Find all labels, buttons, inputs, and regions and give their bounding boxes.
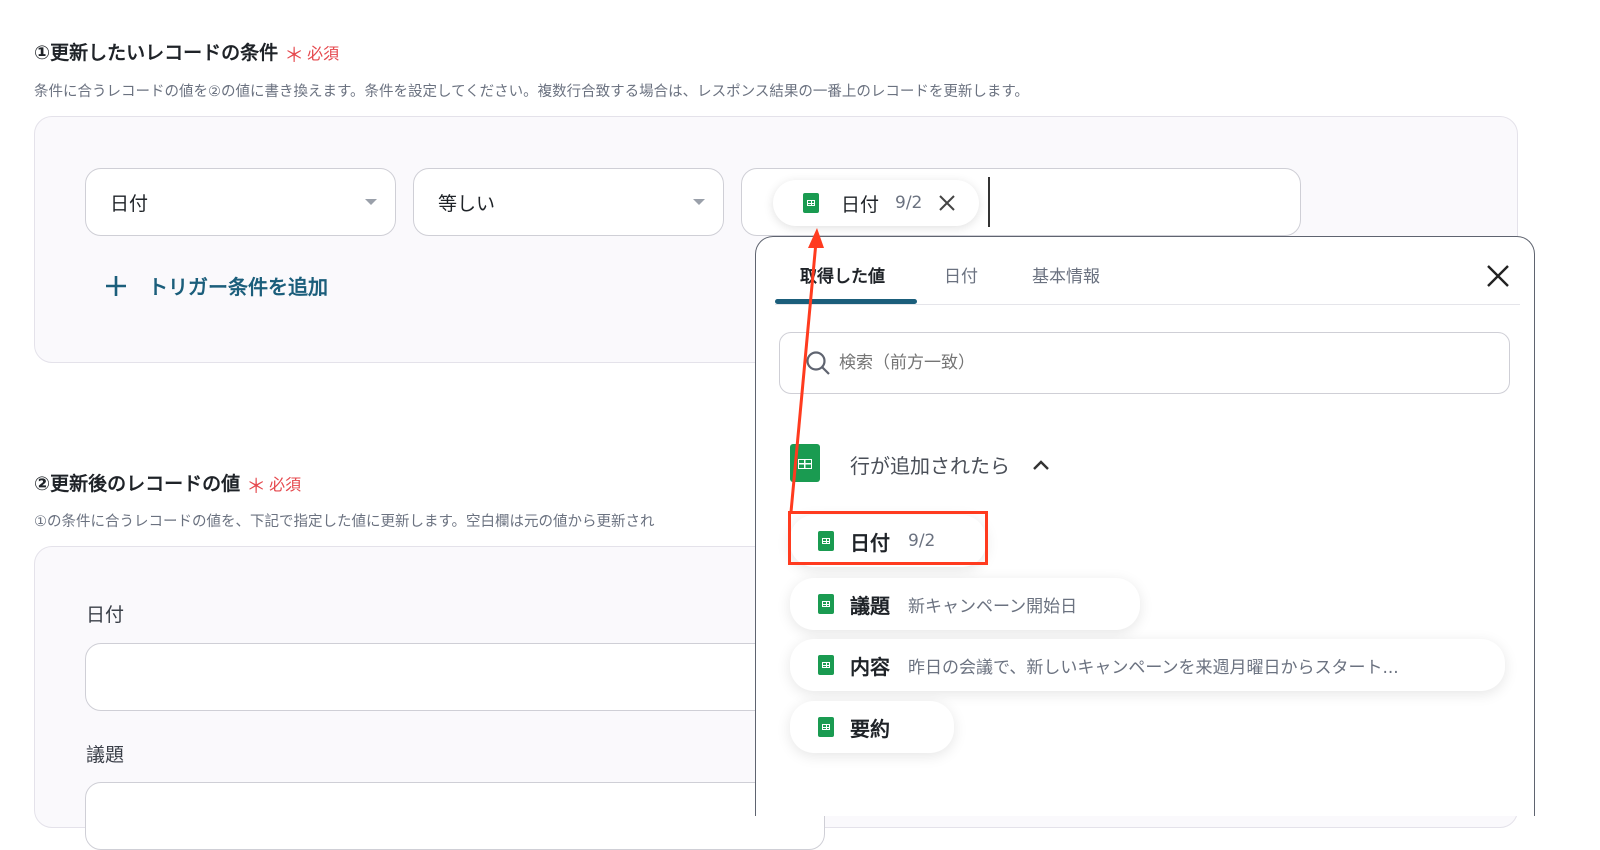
condition-operator-select[interactable]: 等しい: [413, 168, 724, 236]
section2-description: ①の条件に合うレコードの値を、下記で指定した値に更新します。空白欄は元の値から更…: [34, 514, 655, 530]
field-label-agenda: 議題: [86, 744, 125, 766]
value-item-name: 内容: [850, 654, 890, 679]
search-box[interactable]: [779, 332, 1510, 394]
value-chip[interactable]: 日付 9/2: [773, 180, 979, 226]
dropdown-caret-icon: [693, 199, 705, 205]
condition-field-select[interactable]: 日付: [85, 168, 396, 236]
value-item-value: 昨日の会議で、新しいキャンペーンを来週月曜日からスタート...: [908, 657, 1399, 678]
chevron-up-icon[interactable]: [1032, 459, 1050, 471]
sheets-icon: [818, 594, 834, 614]
condition-field-value: 日付: [110, 192, 149, 215]
section1-title-text: ①更新したいレコードの条件: [34, 42, 279, 64]
required-badge: ＊必須: [246, 474, 302, 498]
tabs-divider: [775, 304, 1520, 305]
text-cursor: [988, 177, 990, 227]
value-item-name: 要約: [850, 716, 890, 741]
group-title: 行が追加されたら: [850, 454, 1010, 478]
field-input-agenda[interactable]: [85, 782, 825, 850]
condition-operator-value: 等しい: [438, 192, 496, 215]
required-label: 必須: [269, 475, 302, 494]
tab-basic-info[interactable]: 基本情報: [1032, 262, 1100, 287]
required-star: ＊: [284, 43, 305, 67]
tab-date[interactable]: 日付: [944, 262, 978, 287]
required-star: ＊: [246, 474, 267, 498]
field-label-date: 日付: [86, 604, 125, 626]
remove-chip-icon[interactable]: [938, 194, 956, 212]
group-header[interactable]: 行が追加されたら: [850, 450, 1050, 479]
search-input[interactable]: [837, 352, 1441, 374]
value-item-name: 議題: [850, 593, 890, 618]
dropdown-caret-icon: [365, 199, 377, 205]
required-badge: ＊必須: [284, 43, 340, 67]
value-item-value: 新キャンペーン開始日: [908, 596, 1078, 617]
add-trigger-condition-label: トリガー条件を追加: [148, 275, 328, 299]
annotation-arrow: [789, 228, 824, 513]
value-item-agenda[interactable]: 議題 新キャンペーン開始日: [790, 578, 1140, 630]
sheets-icon: [818, 717, 834, 737]
close-icon[interactable]: [1486, 264, 1510, 288]
add-trigger-condition-button[interactable]: トリガー条件を追加: [104, 271, 328, 300]
sheets-icon: [818, 655, 834, 675]
required-label: 必須: [307, 44, 340, 63]
sheets-icon: [803, 193, 819, 213]
section2-title-text: ②更新後のレコードの値: [34, 473, 241, 495]
value-chip-value: 9/2: [895, 193, 923, 213]
section1-description: 条件に合うレコードの値を②の値に書き換えます。条件を設定してください。複数行合致…: [34, 84, 1029, 100]
field-input-date[interactable]: [85, 643, 825, 711]
value-chip-name: 日付: [841, 193, 880, 216]
section1-title: ①更新したいレコードの条件＊必須: [34, 36, 340, 67]
plus-icon: [106, 275, 126, 296]
section2-title: ②更新後のレコードの値＊必須: [34, 467, 302, 498]
value-item-summary[interactable]: 要約: [790, 701, 954, 753]
value-item-content[interactable]: 内容 昨日の会議で、新しいキャンペーンを来週月曜日からスタート...: [790, 639, 1505, 691]
